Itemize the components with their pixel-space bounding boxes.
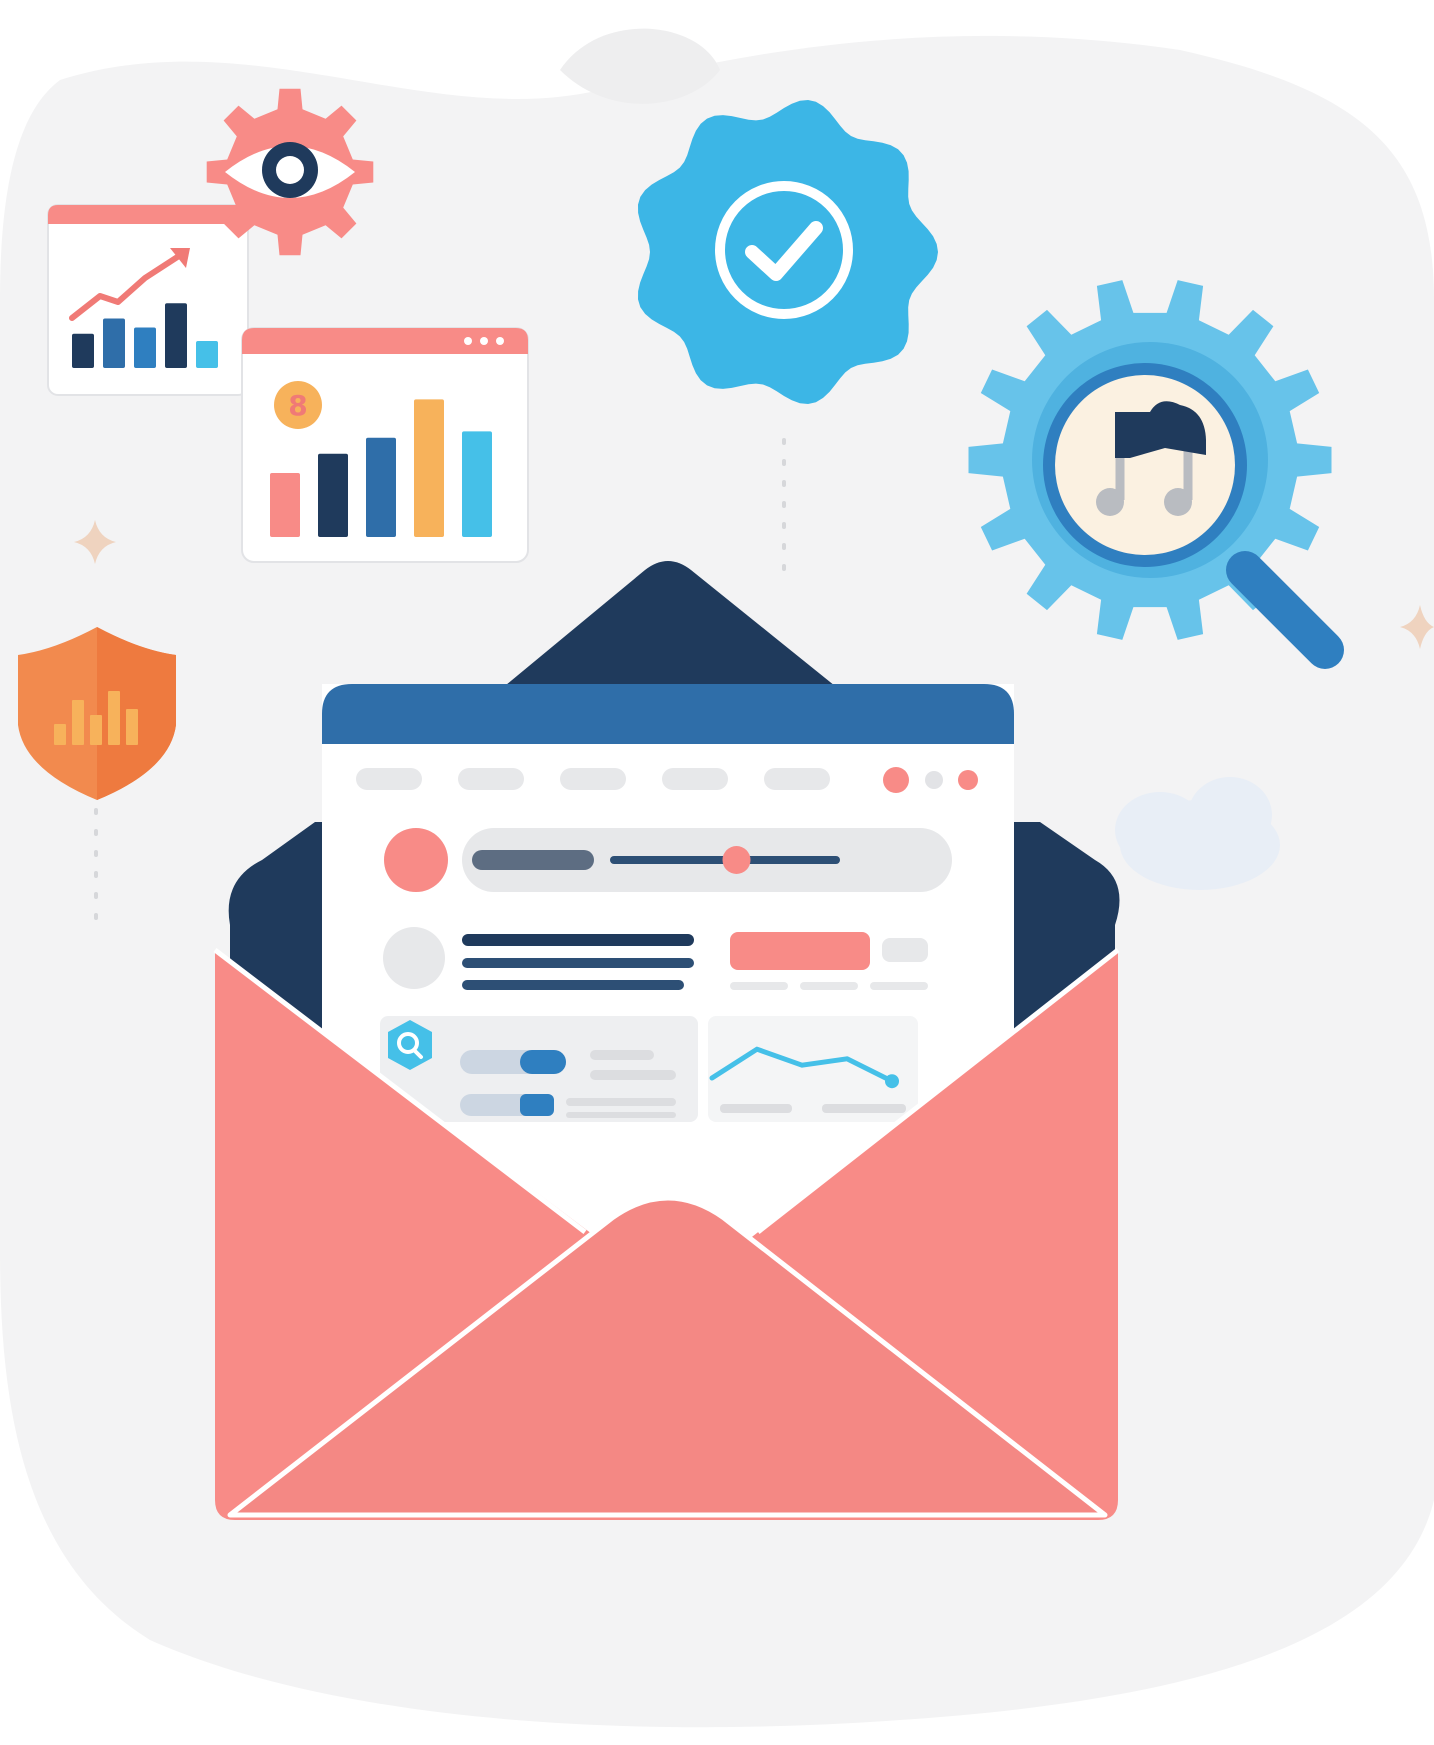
shield-chart-bar [72,700,84,745]
chart-bar [134,327,156,368]
chart-bar [196,341,218,368]
text-line [730,982,788,990]
illustration-canvas: 8 [0,0,1434,1745]
chart-card-large: 8 [241,327,529,563]
line-chart-point [885,1074,899,1089]
chart-bar [414,399,444,537]
chart-bar [462,431,492,537]
text-line [462,958,694,968]
chart-bar [366,437,396,537]
window-dot [464,337,472,345]
window-dot [480,337,488,345]
email-marketing-illustration: 8 [0,28,1434,1728]
text-line [590,1070,676,1080]
nav-pill[interactable] [356,768,422,790]
chart-bar [165,303,187,368]
nav-pill[interactable] [560,768,626,790]
chart-bar [318,453,348,537]
text-line [800,982,858,990]
chart-bar [72,333,94,368]
text-line [870,982,928,990]
window-dot[interactable] [883,767,909,793]
window-dot[interactable] [925,771,943,789]
eye-gear-icon [206,88,374,256]
window-dot[interactable] [958,770,978,790]
cta-button[interactable] [730,932,870,970]
chart-bar [270,473,300,537]
window-dot [496,337,504,345]
shield-chart-bar [54,724,66,745]
coin-badge-text: 8 [288,389,307,422]
text-line [462,980,684,990]
secondary-button[interactable] [882,938,928,962]
slider-knob[interactable] [722,846,751,874]
shield-chart-bar [126,709,138,745]
nav-pill[interactable] [662,768,728,790]
nav-pill[interactable] [458,768,524,790]
shield-chart-bar [108,691,120,745]
text-line [822,1104,906,1113]
text-line [566,1112,676,1118]
text-line [590,1050,654,1060]
chart-card-small [47,204,249,396]
avatar [383,927,445,989]
text-line [720,1104,792,1113]
open-envelope-icon [213,561,1120,1520]
text-line [566,1098,676,1106]
chart-bar [103,318,125,368]
nav-pill[interactable] [764,768,830,790]
shield-chart-bar [90,715,102,745]
avatar [384,828,448,892]
text-line [462,934,694,946]
